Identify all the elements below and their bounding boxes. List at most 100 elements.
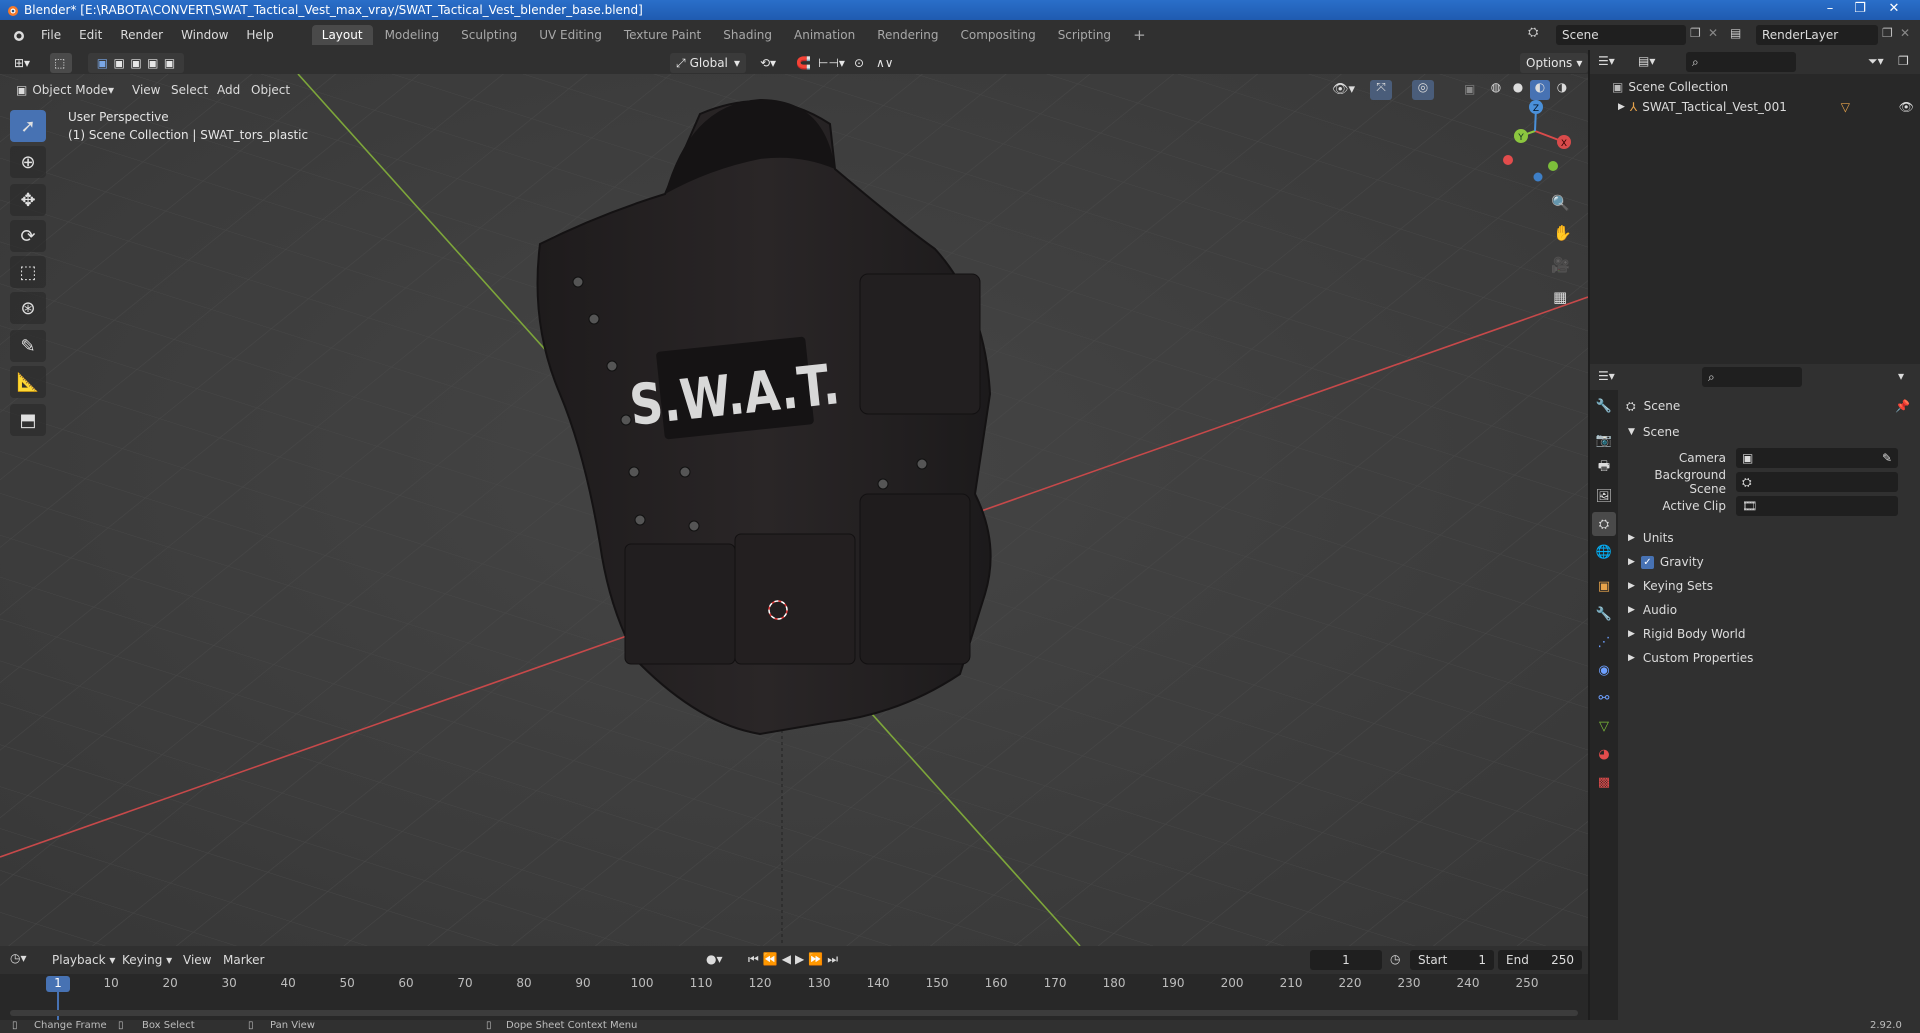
- menu-window[interactable]: Window: [172, 28, 237, 42]
- viewport-menu-select[interactable]: Select: [171, 83, 208, 97]
- delete-scene-icon[interactable]: ✕: [1708, 26, 1718, 40]
- current-frame-field[interactable]: 1: [1310, 950, 1382, 970]
- tab-modeling[interactable]: Modeling: [375, 25, 450, 45]
- pan-hand-icon[interactable]: ✋: [1553, 224, 1572, 242]
- blender-menu-icon[interactable]: [10, 28, 26, 42]
- zoom-icon[interactable]: 🔍: [1551, 194, 1570, 212]
- jump-start-icon[interactable]: ⏮: [748, 952, 763, 966]
- tab-sculpting[interactable]: Sculpting: [451, 25, 527, 45]
- scene-panel-header[interactable]: ▼ Scene: [1618, 420, 1920, 444]
- material-tab-icon[interactable]: ◕: [1592, 742, 1616, 766]
- viewport-menu-view[interactable]: View: [132, 83, 160, 97]
- modifier-tab-icon[interactable]: 🔧: [1592, 602, 1616, 626]
- scale-tool-icon[interactable]: ⬚: [10, 256, 46, 288]
- constraints-tab-icon[interactable]: ⚯: [1592, 686, 1616, 710]
- section-gravity[interactable]: ▶ ✓ Gravity: [1618, 550, 1920, 574]
- delete-renderlayer-icon[interactable]: ✕: [1900, 26, 1910, 40]
- editor-type-icon[interactable]: ⊞▾: [8, 53, 36, 73]
- object-tab-icon[interactable]: ▣: [1592, 574, 1616, 598]
- properties-editor-type-icon[interactable]: ☰▾: [1598, 369, 1615, 383]
- viewport-scene[interactable]: S.W.A.T. X Y Z: [0, 74, 1588, 946]
- rendered-shading-icon[interactable]: ◑: [1552, 80, 1572, 100]
- section-rigid-body-world[interactable]: ▶ Rigid Body World: [1618, 622, 1920, 646]
- physics-tab-icon[interactable]: ◉: [1592, 658, 1616, 682]
- select-intersect-icon[interactable]: ▣: [164, 56, 175, 70]
- tab-compositing[interactable]: Compositing: [950, 25, 1045, 45]
- scene-collection-row[interactable]: ▣ Scene Collection: [1612, 80, 1728, 94]
- timeline-scrollbar[interactable]: [10, 1010, 1578, 1016]
- timeline-menu-marker[interactable]: Marker: [223, 953, 264, 967]
- add-cube-tool-icon[interactable]: ⬒: [10, 404, 46, 436]
- tab-animation[interactable]: Animation: [784, 25, 865, 45]
- viewport-menu-object[interactable]: Object: [251, 83, 290, 97]
- tab-uv-editing[interactable]: UV Editing: [529, 25, 612, 45]
- camera-field[interactable]: ▣ ✎: [1736, 448, 1898, 468]
- play-reverse-icon[interactable]: ◀: [782, 952, 795, 966]
- record-icon[interactable]: ●▾: [706, 952, 723, 966]
- frame-ruler[interactable]: 10 20 30 40 50 60 70 80 90 100 110 120 130 140 150 160 1…: [0, 974, 1588, 994]
- object-mode-dropdown[interactable]: ▣ Object Mode ▾: [10, 80, 120, 100]
- 3d-viewport[interactable]: S.W.A.T. X Y Z User Perspective (1) Scen…: [0, 74, 1588, 946]
- perspective-toggle-icon[interactable]: ▦: [1553, 288, 1567, 306]
- timeline-menu-playback[interactable]: Playback ▾: [52, 953, 115, 967]
- data-tab-icon[interactable]: ▽: [1592, 714, 1616, 738]
- options-chevron-icon[interactable]: ▾: [1898, 369, 1904, 383]
- gizmo-toggle-icon[interactable]: ⤧: [1370, 80, 1392, 100]
- pivot-point-icon[interactable]: ⟲▾: [754, 53, 782, 73]
- scene-name-field[interactable]: Scene: [1556, 25, 1686, 45]
- add-workspace-icon[interactable]: +: [1123, 23, 1156, 47]
- properties-search-input[interactable]: ⌕: [1702, 367, 1802, 387]
- menu-help[interactable]: Help: [237, 28, 282, 42]
- options-dropdown[interactable]: Options ▾: [1520, 53, 1589, 73]
- visibility-icon[interactable]: 👁▾: [1332, 82, 1355, 97]
- restore-button[interactable]: ❐: [1846, 0, 1874, 20]
- new-scene-icon[interactable]: ❐: [1690, 26, 1701, 40]
- renderlayer-name-field[interactable]: RenderLayer: [1756, 25, 1878, 45]
- proportional-edit-icon[interactable]: ⊙: [848, 53, 870, 73]
- shading-mode-buttons[interactable]: ◍ ● ◐ ◑: [1486, 80, 1572, 100]
- world-tab-icon[interactable]: 🌐: [1592, 540, 1616, 564]
- material-shading-icon[interactable]: ◐: [1530, 80, 1550, 100]
- tab-shading[interactable]: Shading: [713, 25, 782, 45]
- display-mode-icon[interactable]: ▤▾: [1638, 54, 1655, 68]
- minimize-button[interactable]: –: [1816, 0, 1844, 20]
- renderlayer-browse-icon[interactable]: ▤: [1730, 26, 1741, 40]
- selection-mode-buttons[interactable]: ▣ ▣ ▣ ▣ ▣: [88, 53, 184, 73]
- visibility-eye-icon[interactable]: 👁: [1899, 100, 1914, 114]
- timeline-menu-keying[interactable]: Keying ▾: [122, 953, 172, 967]
- select-invert-icon[interactable]: ▣: [147, 56, 158, 70]
- next-keyframe-icon[interactable]: ⏩: [808, 952, 827, 966]
- preview-range-icon[interactable]: ◷: [1390, 952, 1400, 966]
- snap-target-icon[interactable]: ⊢⊣▾: [812, 53, 851, 73]
- section-custom-properties[interactable]: ▶ Custom Properties: [1618, 646, 1920, 670]
- select-extend-icon[interactable]: ▣: [114, 56, 125, 70]
- start-frame-field[interactable]: Start 1: [1410, 950, 1494, 970]
- rotate-tool-icon[interactable]: ⟳: [10, 220, 46, 252]
- render-tab-icon[interactable]: 📷: [1592, 428, 1616, 452]
- outliner-editor-type-icon[interactable]: ☰▾: [1598, 54, 1615, 68]
- select-subtract-icon[interactable]: ▣: [130, 56, 141, 70]
- select-new-icon[interactable]: ▣: [97, 56, 108, 70]
- menu-render[interactable]: Render: [111, 28, 172, 42]
- end-frame-field[interactable]: End 250: [1498, 950, 1582, 970]
- active-clip-field[interactable]: 🎞: [1736, 496, 1898, 516]
- playhead[interactable]: 1: [46, 976, 70, 992]
- timeline-area[interactable]: 10 20 30 40 50 60 70 80 90 100 110 120 130 140 150 160 1…: [0, 974, 1588, 1020]
- transform-tool-icon[interactable]: ⊛: [10, 292, 46, 324]
- section-keying-sets[interactable]: ▶ Keying Sets: [1618, 574, 1920, 598]
- jump-end-icon[interactable]: ⏭: [827, 952, 842, 966]
- new-collection-icon[interactable]: ❐: [1898, 54, 1909, 68]
- outliner-item-vest[interactable]: ▶ ⅄ SWAT_Tactical_Vest_001 ▽ 👁: [1618, 100, 1918, 114]
- outliner-search-input[interactable]: ⌕: [1686, 52, 1796, 72]
- falloff-icon[interactable]: ∧∨: [870, 53, 900, 73]
- wireframe-shading-icon[interactable]: ◍: [1486, 80, 1506, 100]
- expand-arrow-icon[interactable]: ▶: [1618, 102, 1625, 112]
- timeline-menu-view[interactable]: View: [183, 953, 211, 967]
- select-mode-icon[interactable]: ⬚: [50, 53, 72, 73]
- section-audio[interactable]: ▶ Audio: [1618, 598, 1920, 622]
- tool-tab-icon[interactable]: 🔧: [1592, 394, 1616, 418]
- tab-scripting[interactable]: Scripting: [1048, 25, 1121, 45]
- select-box-tool-icon[interactable]: ➚: [10, 110, 46, 142]
- viewport-menu-add[interactable]: Add: [217, 83, 240, 97]
- timeline-editor-type-icon[interactable]: ◷▾: [10, 951, 27, 965]
